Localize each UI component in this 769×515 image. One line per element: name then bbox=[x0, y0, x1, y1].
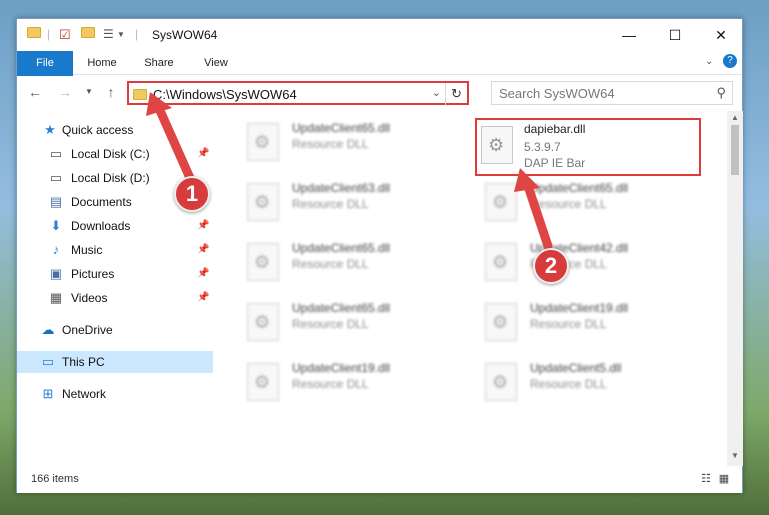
scrollbar-thumb[interactable] bbox=[731, 125, 739, 175]
chevron-down-icon[interactable]: ⌄ bbox=[432, 86, 441, 99]
properties-icon[interactable]: ☑ bbox=[59, 27, 71, 43]
help-icon[interactable]: ? bbox=[723, 54, 737, 68]
chevron-down-icon[interactable]: ▼ bbox=[117, 30, 125, 46]
address-row: ← → ▼ ↑ C:\Windows\SysWOW64 ⌄ ↻ Search S… bbox=[17, 76, 742, 110]
window-title: SysWOW64 bbox=[152, 28, 218, 42]
documents-icon: ▤ bbox=[49, 194, 63, 209]
separator: | bbox=[135, 27, 139, 41]
search-placeholder: Search SysWOW64 bbox=[499, 86, 615, 101]
navigation-pane: ★ Quick access ▭ Local Disk (C:) 📌 ▭ Loc… bbox=[17, 111, 213, 466]
forward-arrow-icon[interactable]: → bbox=[57, 84, 73, 100]
new-folder-icon[interactable] bbox=[81, 27, 95, 43]
explorer-window: | ☑ ☰ ▼ | SysWOW64 — ☐ ✕ File Home Share… bbox=[16, 18, 743, 493]
file-item[interactable]: UpdateClient63.dll Resource DLL bbox=[239, 177, 459, 227]
nav-item-music[interactable]: ♪ Music 📌 bbox=[17, 239, 213, 261]
scroll-down-icon[interactable]: ▼ bbox=[727, 451, 743, 460]
download-icon: ⬇ bbox=[50, 218, 62, 233]
minimize-button[interactable]: — bbox=[606, 19, 652, 51]
dll-file-icon bbox=[247, 183, 279, 221]
pictures-icon: ▣ bbox=[49, 266, 63, 281]
star-icon: ★ bbox=[44, 122, 56, 137]
ribbon-tabs: File Home Share View ⌄ ? bbox=[17, 51, 742, 101]
nav-item-onedrive[interactable]: ☁ OneDrive bbox=[17, 319, 213, 341]
nav-item-local-disk-c[interactable]: ▭ Local Disk (C:) 📌 bbox=[17, 143, 213, 165]
dll-file-icon bbox=[247, 123, 279, 161]
pin-icon[interactable]: 📌 bbox=[197, 215, 209, 237]
back-arrow-icon[interactable]: ← bbox=[27, 84, 43, 100]
up-arrow-icon[interactable]: ↑ bbox=[103, 84, 119, 100]
videos-icon: ▦ bbox=[49, 290, 63, 305]
search-input[interactable]: Search SysWOW64 ⚲ bbox=[491, 81, 733, 105]
refresh-button[interactable]: ↻ bbox=[445, 83, 467, 105]
close-button[interactable]: ✕ bbox=[698, 19, 744, 51]
nav-item-downloads[interactable]: ⬇ Downloads 📌 bbox=[17, 215, 213, 237]
file-item[interactable]: UpdateClient65.dll Resource DLL bbox=[239, 237, 459, 287]
file-list: UpdateClient65.dll Resource DLL UpdateCl… bbox=[214, 111, 727, 466]
file-item[interactable]: UpdateClient42.dll Resource DLL bbox=[477, 237, 697, 287]
callout-badge-1: 1 bbox=[174, 176, 210, 212]
chevron-down-icon[interactable]: ⌄ bbox=[705, 56, 713, 67]
cloud-icon: ☁ bbox=[41, 322, 55, 337]
network-icon: ⊞ bbox=[42, 386, 54, 401]
file-item[interactable]: UpdateClient19.dll Resource DLL bbox=[239, 357, 459, 407]
details-view-icon[interactable]: ☷ bbox=[699, 473, 713, 485]
file-item[interactable]: UpdateClient5.dll Resource DLL bbox=[477, 357, 697, 407]
nav-item-quick-access[interactable]: ★ Quick access bbox=[17, 119, 213, 141]
drive-icon: ▭ bbox=[49, 146, 63, 161]
dll-file-icon bbox=[247, 303, 279, 341]
tab-view[interactable]: View bbox=[193, 51, 239, 75]
pin-icon[interactable]: 📌 bbox=[197, 239, 209, 261]
nav-item-network[interactable]: ⊞ Network bbox=[17, 383, 213, 405]
recent-locations-icon[interactable]: ▼ bbox=[81, 84, 97, 100]
nav-item-pictures[interactable]: ▣ Pictures 📌 bbox=[17, 263, 213, 285]
folder-icon bbox=[27, 27, 41, 43]
scroll-up-icon[interactable]: ▲ bbox=[727, 113, 743, 122]
item-count: 166 items bbox=[31, 473, 79, 485]
callout-badge-2: 2 bbox=[533, 248, 569, 284]
dll-file-icon bbox=[485, 243, 517, 281]
maximize-button[interactable]: ☐ bbox=[652, 19, 698, 51]
nav-item-videos[interactable]: ▦ Videos 📌 bbox=[17, 287, 213, 309]
status-bar: 166 items ☷ ▦ bbox=[17, 467, 742, 493]
folder-icon bbox=[133, 89, 147, 100]
separator: | bbox=[47, 27, 51, 41]
file-item-dapiebar[interactable]: dapiebar.dll 5.3.9.7 DAP IE Bar bbox=[475, 118, 701, 176]
file-item[interactable]: UpdateClient65.dll Resource DLL bbox=[239, 297, 459, 347]
pin-icon[interactable]: 📌 bbox=[197, 287, 209, 309]
tab-share[interactable]: Share bbox=[135, 51, 183, 75]
dll-file-icon bbox=[247, 243, 279, 281]
file-item[interactable]: UpdateClient65.dll Resource DLL bbox=[239, 117, 459, 167]
large-icons-view-icon[interactable]: ▦ bbox=[717, 473, 731, 485]
nav-item-this-pc[interactable]: ▭ This PC bbox=[17, 351, 213, 373]
tab-home[interactable]: Home bbox=[79, 51, 125, 75]
pin-icon[interactable]: 📌 bbox=[197, 263, 209, 285]
dll-file-icon bbox=[485, 303, 517, 341]
dll-file-icon bbox=[481, 126, 513, 164]
drive-icon: ▭ bbox=[49, 170, 63, 185]
computer-icon: ▭ bbox=[41, 354, 55, 369]
file-item[interactable]: UpdateClient19.dll Resource DLL bbox=[477, 297, 697, 347]
address-bar[interactable]: C:\Windows\SysWOW64 ⌄ ↻ bbox=[127, 81, 469, 105]
search-icon[interactable]: ⚲ bbox=[716, 85, 726, 101]
music-icon: ♪ bbox=[52, 242, 60, 257]
pin-icon[interactable]: 📌 bbox=[197, 143, 209, 165]
file-item[interactable]: UpdateClient65.dll Resource DLL bbox=[477, 177, 697, 227]
vertical-scrollbar[interactable]: ▲ ▼ bbox=[727, 111, 743, 466]
dll-file-icon bbox=[247, 363, 279, 401]
address-path[interactable]: C:\Windows\SysWOW64 bbox=[153, 87, 297, 102]
customize-toolbar-icon[interactable]: ☰ bbox=[103, 27, 114, 43]
title-bar: | ☑ ☰ ▼ | SysWOW64 — ☐ ✕ bbox=[17, 19, 742, 51]
dll-file-icon bbox=[485, 183, 517, 221]
dll-file-icon bbox=[485, 363, 517, 401]
